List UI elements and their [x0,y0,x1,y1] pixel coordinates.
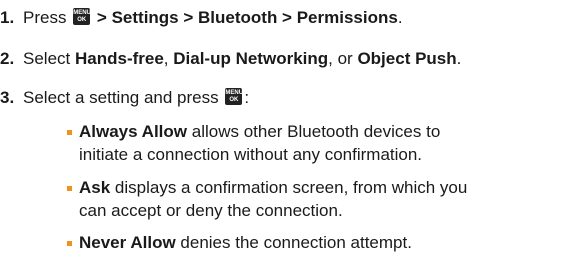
bullet-icon [67,241,72,246]
step-2-end: . [456,49,462,68]
option-dialup-networking: Dial-up Networking [173,49,329,68]
step-3-end: : [244,88,250,107]
menu-ok-key-icon: MENU OK [225,88,244,106]
option-ask: Ask displays a confirmation screen, from… [79,178,467,198]
bullet-icon [67,130,72,135]
option-term: Ask [79,178,111,197]
step-3-number: 3. [0,88,15,107]
option-desc: displays a confirmation screen, from whi… [110,178,468,197]
option-term: Always Allow [79,122,188,141]
menu-ok-key-icon: MENU OK [73,8,91,26]
option-hands-free: Hands-free [74,49,164,68]
step-1-end: . [397,8,403,27]
step-3-prefix: Select a setting and press [23,88,219,107]
step-1-text: Press MENU OK > Settings > Bluetooth > Pe… [23,8,403,28]
option-always-allow: Always Allow allows other Bluetooth devi… [79,122,440,142]
step-2-sep2: , or [328,49,358,68]
step-2-number: 2. [0,49,15,68]
step-1-path: > Settings > Bluetooth > Permissions [92,8,398,27]
option-desc: denies the connection attempt. [175,233,412,252]
option-never-allow: Never Allow denies the connection attemp… [79,233,412,253]
bullet-icon [67,186,72,191]
option-ask-cont: can accept or deny the connection. [79,201,343,220]
instructions: 1. Press MENU OK > Settings > Bluetooth >… [0,0,585,259]
step-3-text: Select a setting and press MENU OK: [23,88,249,108]
step-1-prefix: Press [23,8,67,27]
step-1-number: 1. [0,8,15,27]
option-desc: allows other Bluetooth devices to [187,122,441,141]
option-term: Never Allow [79,233,176,252]
option-always-allow-cont: initiate a connection without any confir… [79,145,423,164]
step-2-prefix: Select [23,49,75,68]
option-object-push: Object Push [357,49,457,68]
step-2-sep1: , [163,49,174,68]
step-2-text: Select Hands-free, Dial-up Networking, o… [23,49,461,69]
